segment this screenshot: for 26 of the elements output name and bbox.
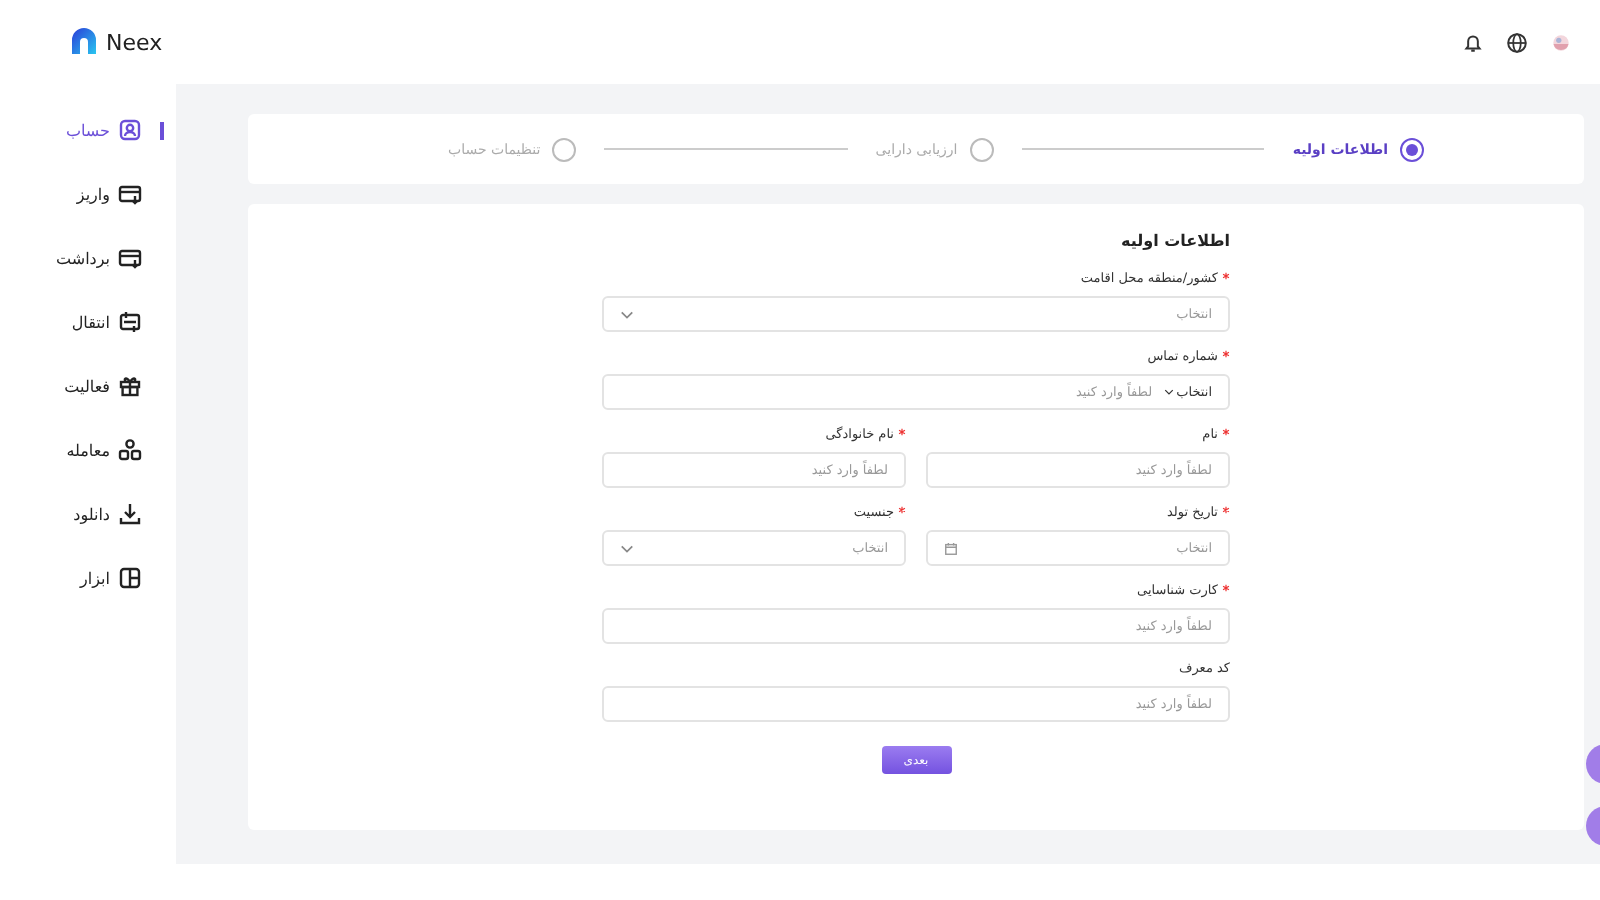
sidebar-item[interactable]: فعالیت [0, 368, 176, 404]
calendar-icon [944, 541, 958, 555]
sidebar-item[interactable]: برداشت [0, 240, 176, 276]
sidebar-item[interactable]: انتقال [0, 304, 176, 340]
card-out-icon [118, 246, 142, 270]
sidebar-item[interactable]: ابزار [0, 560, 176, 596]
user-icon [118, 118, 142, 142]
sidebar-item[interactable]: معامله [0, 432, 176, 468]
logo-icon [70, 28, 98, 56]
shapes-icon [118, 438, 142, 462]
layout-icon [118, 566, 142, 590]
chevron-icon [1164, 388, 1175, 396]
chevron-icon [620, 309, 634, 319]
flag-avatar-icon[interactable] [1550, 31, 1572, 53]
gift-icon [118, 374, 142, 398]
sidebar-item[interactable]: دانلود [0, 496, 176, 532]
bell-icon[interactable] [1462, 31, 1484, 53]
form-title: اطلاعات اولیه [1119, 232, 1230, 250]
transfer-icon [118, 310, 142, 334]
sidebar-item[interactable]: حساب [0, 112, 176, 148]
download-icon [118, 502, 142, 526]
card-in-icon [118, 182, 142, 206]
globe-icon[interactable] [1506, 31, 1528, 53]
chevron-icon [620, 543, 634, 553]
brand-name: Neex [106, 29, 163, 55]
sidebar-item[interactable]: واریز [0, 176, 176, 212]
